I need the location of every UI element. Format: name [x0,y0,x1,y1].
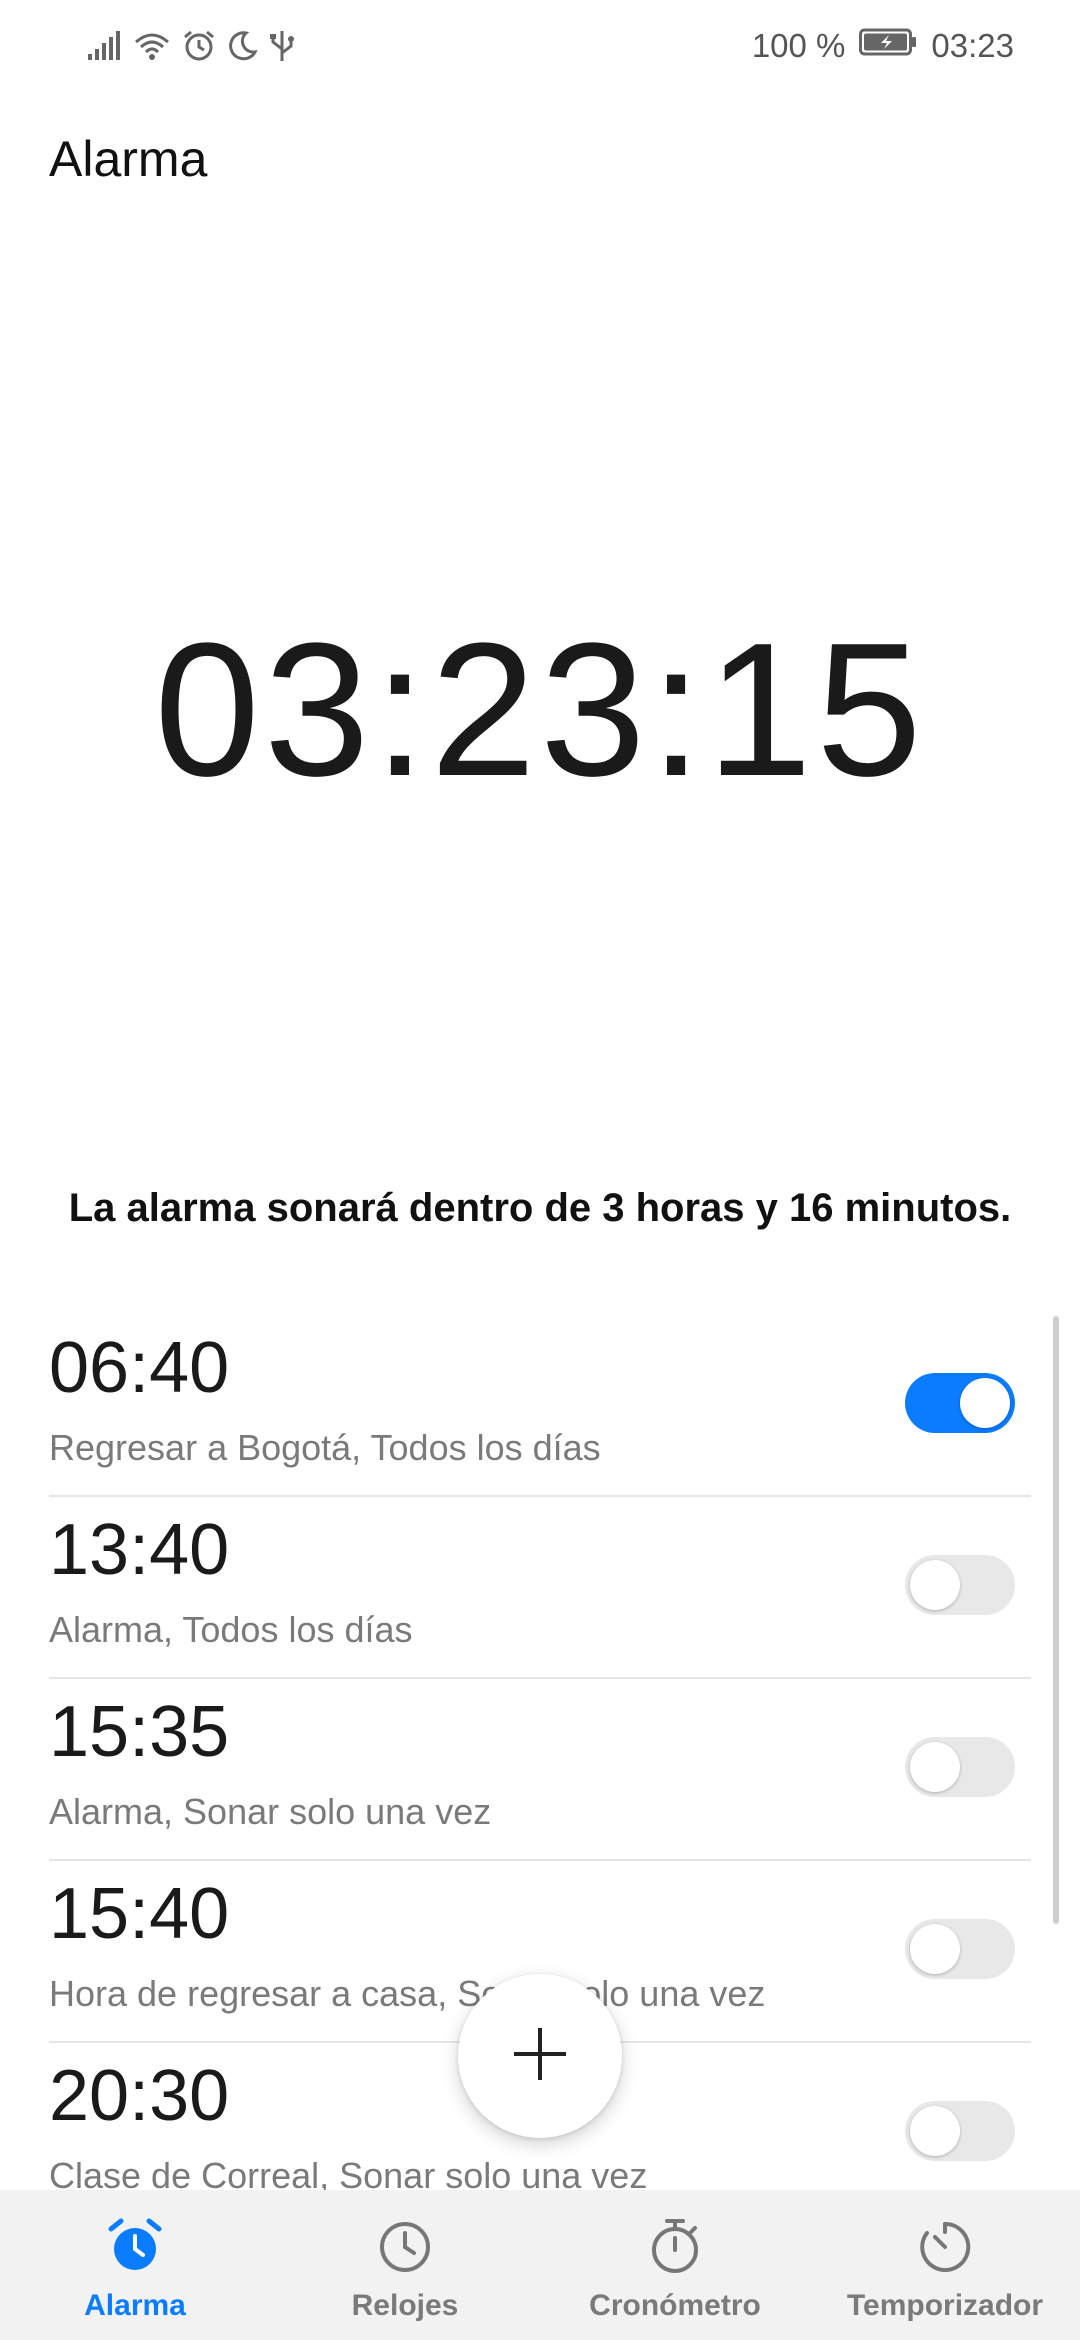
clock-icon [375,2216,435,2281]
alarm-toggle[interactable] [905,1373,1015,1433]
plus-icon [510,2024,570,2089]
tab-cronometro[interactable]: Cronómetro [540,2190,810,2340]
alarm-toggle[interactable] [905,2101,1015,2161]
tab-label: Relojes [351,2289,459,2322]
alarm-toggle[interactable] [905,1555,1015,1615]
alarm-clock-icon [182,29,216,63]
tab-label: Alarma [84,2289,186,2322]
list-scrollbar[interactable] [1053,1316,1059,1924]
toggle-knob [910,1742,960,1792]
add-alarm-button[interactable] [458,1974,622,2138]
toggle-knob [910,1560,960,1610]
toggle-knob [910,1924,960,1974]
alarm-time: 15:40 [49,1874,230,1954]
status-bar: 100 % 03:23 [0,0,1080,96]
stopwatch-icon [645,2216,705,2281]
moon-icon [226,30,258,62]
page-title: Alarma [49,131,208,187]
tab-temporizador[interactable]: Temporizador [810,2190,1080,2340]
bottom-navigation: Alarma Relojes Cronómetro Temporizador [0,2190,1080,2340]
alarm-label: Hora de regresar a casa, Sonar solo una … [49,1973,766,2014]
timer-icon [915,2216,975,2281]
alarm-time: 06:40 [49,1328,230,1408]
tab-alarma[interactable]: Alarma [0,2190,270,2340]
alarm-item[interactable]: 13:40 Alarma, Todos los días [49,1497,1031,1679]
alarm-item[interactable]: 06:40 Regresar a Bogotá, Todos los días [49,1315,1031,1497]
toggle-knob [960,1378,1010,1428]
alarm-time: 15:35 [49,1692,230,1772]
alarm-label: Regresar a Bogotá, Todos los días [49,1427,601,1468]
alarm-time: 13:40 [49,1510,230,1590]
alarm-label: Alarma, Sonar solo una vez [49,1791,492,1832]
tab-label: Cronómetro [589,2289,761,2322]
alarm-toggle[interactable] [905,1737,1015,1797]
battery-percent: 100 % [751,27,846,64]
tab-relojes[interactable]: Relojes [270,2190,540,2340]
wifi-icon [132,30,172,62]
battery-icon [859,27,917,65]
alarm-time: 20:30 [49,2056,230,2136]
next-alarm-message: La alarma sonará dentro de 3 horas y 16 … [68,1186,1012,1230]
alarm-clock-icon [105,2216,165,2281]
tab-label: Temporizador [846,2289,1044,2322]
alarm-toggle[interactable] [905,1919,1015,1979]
status-icons [86,26,296,66]
usb-icon [268,29,296,63]
alarm-item[interactable]: 15:35 Alarma, Sonar solo una vez [49,1679,1031,1861]
signal-icon [86,30,122,62]
toggle-knob [910,2106,960,2156]
alarm-label: Alarma, Todos los días [49,1609,413,1650]
current-time-display: 03:23:15 [154,604,926,816]
status-right: 100 % 03:23 [752,22,1014,70]
status-time: 03:23 [931,27,1014,64]
